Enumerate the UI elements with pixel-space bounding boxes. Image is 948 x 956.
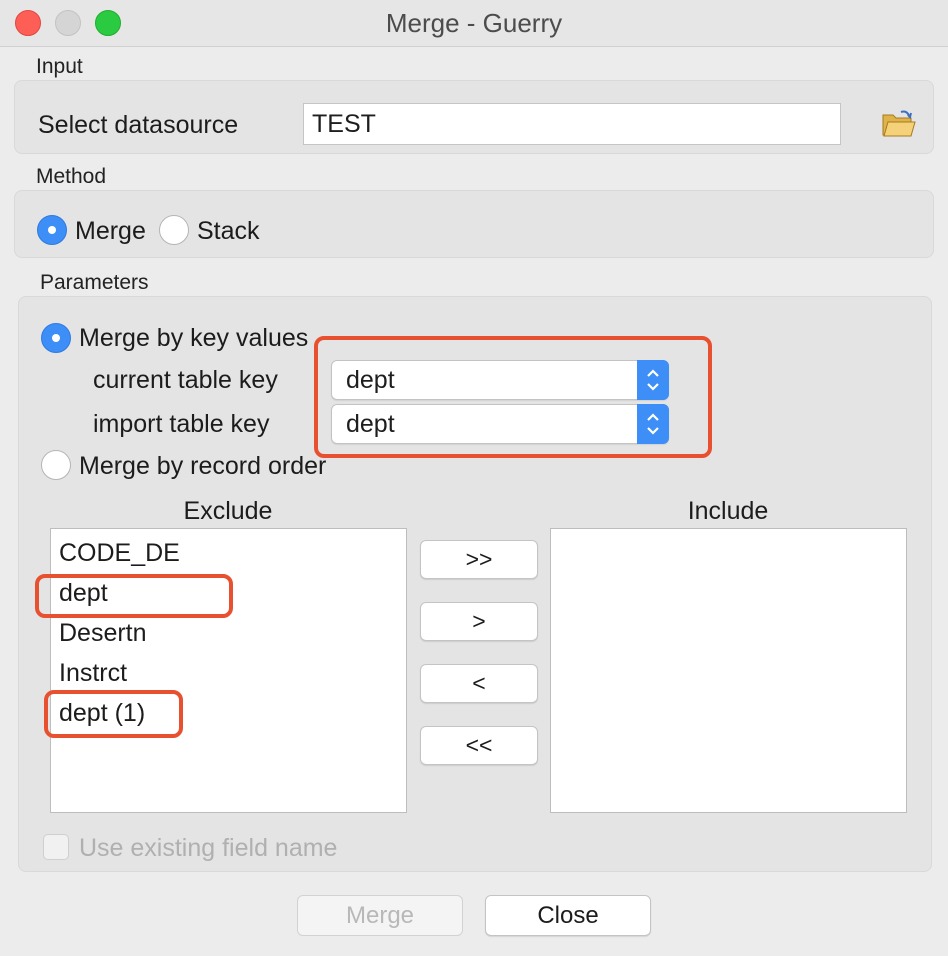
stack-radio[interactable] (159, 215, 189, 245)
remove-button[interactable]: < (420, 664, 538, 703)
dept-1-item-highlight (44, 690, 183, 738)
exclude-header: Exclude (183, 497, 273, 525)
method-group: Merge Stack (14, 190, 934, 258)
add-button[interactable]: > (420, 602, 538, 641)
merge-by-order-radio[interactable] (41, 450, 71, 480)
parameters-section-label: Parameters (40, 271, 149, 294)
list-item[interactable]: CODE_DE (59, 539, 180, 568)
list-item[interactable]: Desertn (59, 619, 147, 648)
use-existing-label: Use existing field name (79, 834, 338, 862)
current-key-label: current table key (93, 366, 278, 394)
select-datasource-label: Select datasource (38, 111, 239, 139)
import-key-label: import table key (93, 410, 270, 438)
dept-item-highlight (35, 574, 233, 618)
key-selects-highlight (314, 336, 712, 458)
folder-open-icon[interactable] (881, 109, 917, 139)
method-section-label: Method (36, 165, 107, 188)
input-group: Select datasource TEST (14, 80, 934, 154)
merge-button[interactable]: Merge (297, 895, 463, 936)
remove-all-button[interactable]: << (420, 726, 538, 765)
use-existing-checkbox[interactable] (43, 834, 69, 860)
merge-radio[interactable] (37, 215, 67, 245)
merge-by-key-radio[interactable] (41, 323, 71, 353)
add-all-button[interactable]: >> (420, 540, 538, 579)
include-list[interactable] (550, 528, 907, 813)
title-bar: Merge - Guerry (0, 0, 948, 47)
merge-by-key-label[interactable]: Merge by key values (79, 324, 308, 353)
datasource-input[interactable]: TEST (303, 103, 841, 145)
list-item[interactable]: Instrct (59, 659, 127, 688)
stack-radio-label[interactable]: Stack (197, 217, 260, 246)
input-section-label: Input (36, 55, 83, 78)
include-header: Include (687, 497, 769, 525)
exclude-list[interactable]: CODE_DE dept Desertn Instrct dept (1) (50, 528, 407, 813)
window-title: Merge - Guerry (385, 8, 563, 38)
close-button[interactable]: Close (485, 895, 651, 936)
merge-by-order-label[interactable]: Merge by record order (79, 452, 326, 481)
merge-radio-label[interactable]: Merge (75, 217, 146, 246)
